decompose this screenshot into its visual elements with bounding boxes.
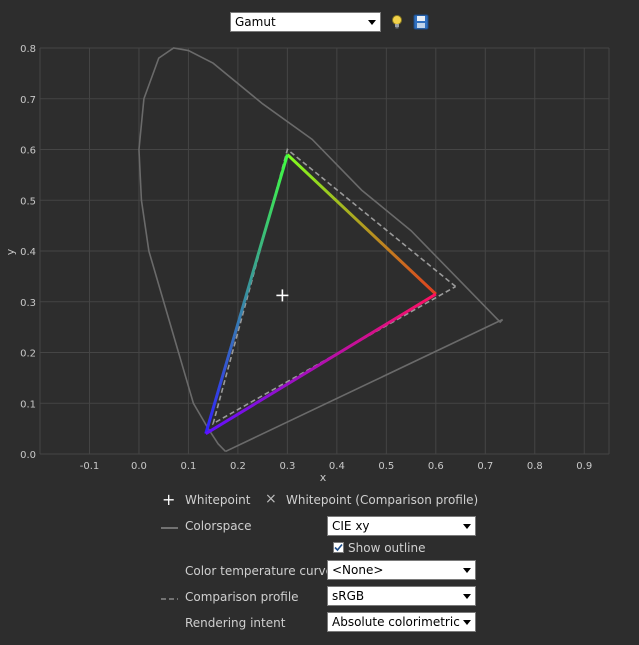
view-select[interactable]: Gamut <box>230 12 381 32</box>
controls-panel: + Whitepoint × Whitepoint (Comparison pr… <box>0 490 639 640</box>
whitepoint-label: Whitepoint <box>185 493 251 507</box>
x-tick-label: 0.3 <box>279 461 295 472</box>
y-tick-label: 0.4 <box>20 247 36 258</box>
y-tick-label: 0.5 <box>20 196 36 207</box>
x-tick-label: 0.6 <box>428 461 444 472</box>
x-tick-label: 0.7 <box>477 461 493 472</box>
x-tick-label: 0.4 <box>329 461 345 472</box>
chevron-down-icon <box>463 594 471 599</box>
color-temp-select[interactable]: <None> <box>327 560 476 580</box>
y-tick-label: 0.8 <box>20 44 36 55</box>
lightbulb-icon[interactable] <box>389 14 405 30</box>
view-select-value: Gamut <box>235 15 276 29</box>
y-tick-label: 0.6 <box>20 146 36 157</box>
x-tick-label: 0.5 <box>378 461 394 472</box>
y-tick-label: 0.7 <box>20 95 36 106</box>
rendering-label: Rendering intent <box>185 616 286 630</box>
color-temp-value: <None> <box>332 563 384 577</box>
chromaticity-chart: -0.1 0.0 0.1 0.2 0.3 0.4 0.5 0.6 0.7 0.8 0.9 0.0 0.1… <box>0 40 639 485</box>
save-icon[interactable] <box>413 14 429 30</box>
colorspace-value: CIE xy <box>332 519 370 533</box>
colorspace-select[interactable]: CIE xy <box>327 516 476 536</box>
comparison-label: Comparison profile <box>185 590 299 604</box>
x-tick-label: -0.1 <box>80 461 100 472</box>
y-tick-label: 0.1 <box>20 399 36 410</box>
colorspace-label: Colorspace <box>185 519 252 533</box>
whitepoint-comparison-label: Whitepoint (Comparison profile) <box>286 493 479 507</box>
toolbar: Gamut <box>0 12 639 34</box>
x-tick-label: 0.8 <box>527 461 543 472</box>
y-axis-label: y <box>4 248 17 255</box>
chevron-down-icon <box>368 20 376 25</box>
x-tick-label: 0.2 <box>230 461 246 472</box>
comparison-select[interactable]: sRGB <box>327 586 476 606</box>
chevron-down-icon <box>463 620 471 625</box>
chevron-down-icon <box>463 568 471 573</box>
chevron-down-icon <box>463 524 471 529</box>
x-tick-label: 0.1 <box>180 461 196 472</box>
rendering-select[interactable]: Absolute colorimetric <box>327 612 476 632</box>
chart-svg: -0.1 0.0 0.1 0.2 0.3 0.4 0.5 0.6 0.7 0.8 0.9 0.0 0.1… <box>4 44 610 484</box>
show-outline-label: Show outline <box>348 541 426 555</box>
y-tick-label: 0.3 <box>20 298 36 309</box>
x-tick-label: 0.0 <box>131 461 147 472</box>
color-temp-label: Color temperature curve <box>185 564 334 578</box>
y-tick-label: 0.0 <box>20 450 36 461</box>
comparison-value: sRGB <box>332 589 365 603</box>
x-axis-label: x <box>320 471 327 484</box>
x-tick-label: 0.9 <box>576 461 592 472</box>
cross-icon: × <box>265 491 277 507</box>
show-outline-checkbox[interactable] <box>333 542 344 553</box>
plus-icon: + <box>162 490 176 509</box>
y-tick-label: 0.2 <box>20 349 36 360</box>
rendering-value: Absolute colorimetric <box>332 615 460 629</box>
